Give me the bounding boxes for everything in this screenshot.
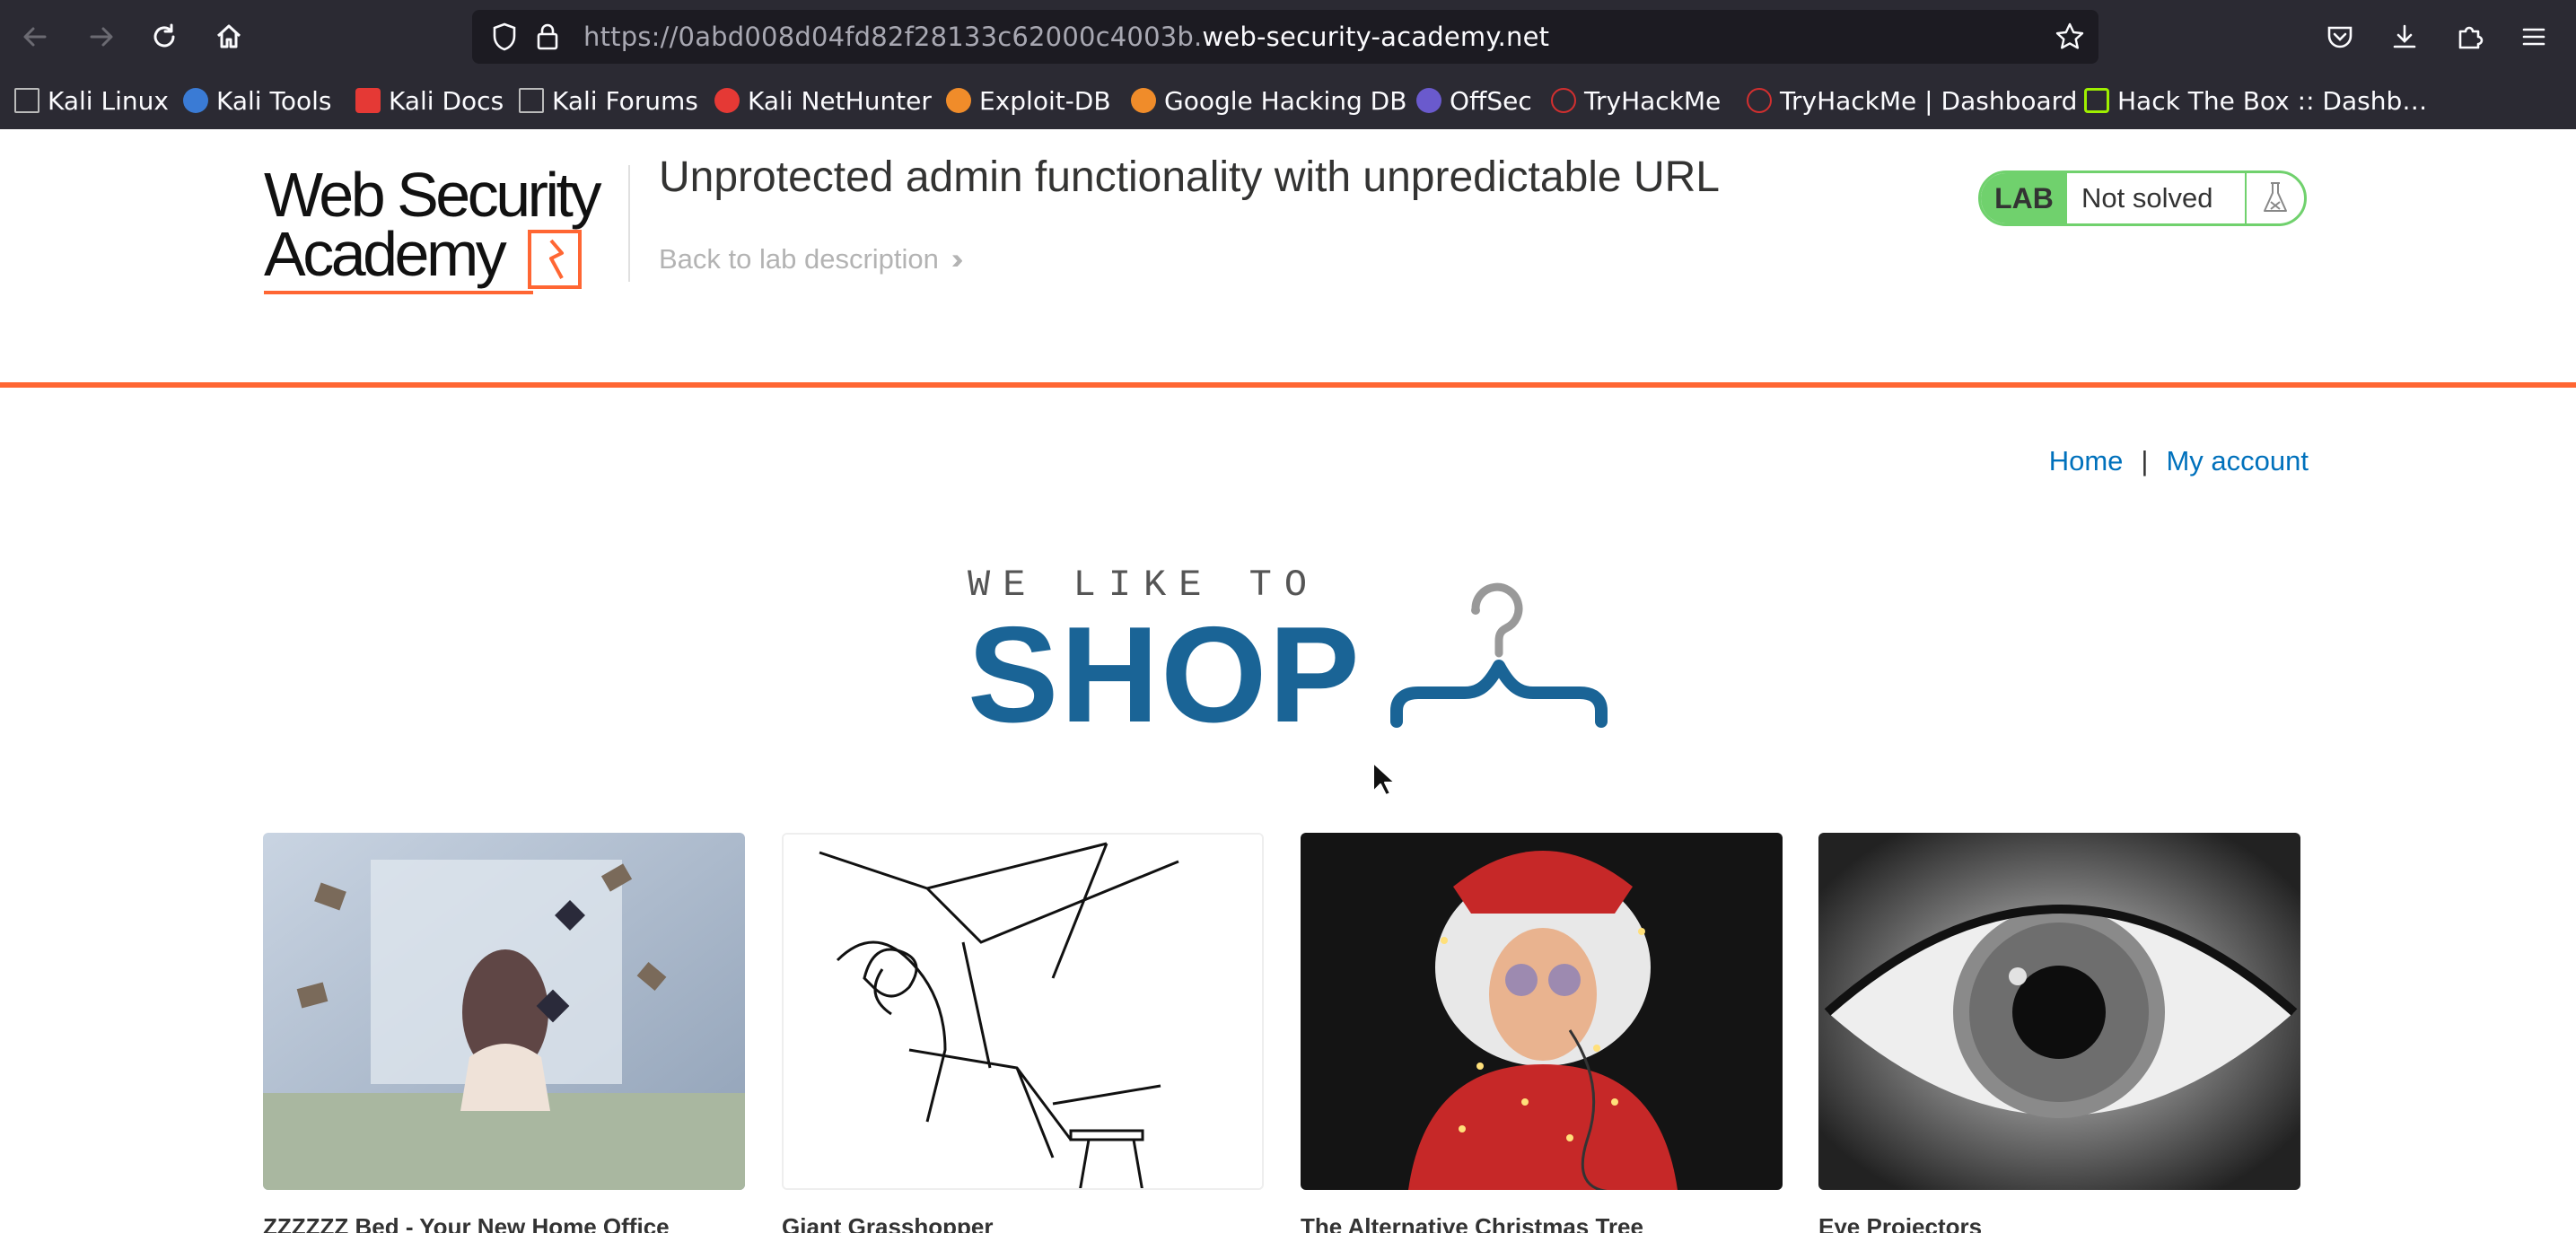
bookmark-label: Kali NetHunter — [748, 85, 932, 116]
extensions-button[interactable] — [2447, 14, 2492, 59]
bookmark-label: Kali Linux — [48, 85, 169, 116]
lab-title: Unprotected admin functionality with unp… — [659, 153, 1720, 201]
kali-forums-icon — [519, 88, 544, 113]
bookmark-hack-the-box[interactable]: Hack The Box :: Dashb… — [2084, 83, 2427, 118]
downloads-button[interactable] — [2382, 14, 2427, 59]
header-divider — [628, 165, 630, 282]
tryhackme-icon — [1551, 88, 1576, 113]
bookmark-label: Kali Tools — [216, 85, 332, 116]
url-domain: web-security-academy.net — [1202, 22, 1550, 52]
bookmark-kali-linux[interactable]: Kali Linux — [14, 83, 169, 118]
bookmark-tryhackme[interactable]: TryHackMe — [1551, 83, 1721, 118]
mouse-cursor-icon — [1372, 762, 1395, 796]
download-icon — [2393, 24, 2416, 48]
product-name[interactable]: The Alternative Christmas Tree — [1301, 1213, 1643, 1233]
hackthebox-icon — [2084, 88, 2109, 113]
product-image-bed[interactable] — [263, 833, 745, 1190]
product-name[interactable]: Giant Grasshopper — [782, 1213, 994, 1233]
nav-separator: | — [2141, 445, 2149, 477]
bookmark-offsec[interactable]: OffSec — [1416, 83, 1532, 118]
home-icon — [216, 24, 241, 48]
pocket-button[interactable] — [2318, 14, 2362, 59]
url-prefix: https://0abd008d04fd82f28133c62000c4003b… — [583, 22, 1203, 52]
bookmark-label: Kali Docs — [389, 85, 504, 116]
kali-tools-icon — [183, 88, 208, 113]
product-grid: ZZZZZZ Bed - Your New Home Office Giant … — [263, 833, 2300, 1233]
flask-icon — [2247, 173, 2304, 223]
menu-button[interactable] — [2511, 14, 2556, 59]
clothes-hanger-icon — [1390, 582, 1608, 728]
product-name[interactable]: Eye Projectors — [1818, 1213, 1982, 1233]
address-bar[interactable]: https://0abd008d04fd82f28133c62000c4003b… — [472, 10, 2098, 64]
bookmark-kali-docs[interactable]: Kali Docs — [355, 83, 504, 118]
url-text[interactable]: https://0abd008d04fd82f28133c62000c4003b… — [583, 22, 1549, 52]
logo-lightning-icon — [528, 230, 582, 289]
bookmark-label: TryHackMe — [1584, 85, 1722, 116]
product-image-grasshopper[interactable] — [782, 833, 1264, 1190]
offsec-icon — [1416, 88, 1441, 113]
page-content: Web Security Academy Unprotected admin f… — [0, 129, 2576, 1233]
bookmark-kali-nethunter[interactable]: Kali NetHunter — [714, 83, 932, 118]
bookmark-google-hacking-db[interactable]: Google Hacking DB — [1131, 83, 1406, 118]
bookmark-tryhackme-dashboard[interactable]: TryHackMe | Dashboard — [1747, 83, 2077, 118]
bookmark-label: Hack The Box :: Dashb… — [2117, 85, 2428, 116]
kali-docs-icon — [355, 88, 381, 113]
bookmark-label: Exploit-DB — [979, 85, 1111, 116]
lab-status-text: Not solved — [2067, 173, 2247, 223]
hamburger-icon — [2522, 28, 2545, 46]
back-button[interactable] — [13, 14, 57, 59]
bookmark-label: Google Hacking DB — [1164, 85, 1407, 116]
home-button[interactable] — [206, 14, 251, 59]
reload-icon — [153, 23, 175, 48]
back-link-label: Back to lab description — [659, 242, 939, 275]
product-image-christmas-tree[interactable] — [1301, 833, 1783, 1190]
banner-title: SHOP — [968, 599, 1362, 751]
bookmark-star-icon[interactable] — [2054, 21, 2086, 53]
product-card[interactable]: The Alternative Christmas Tree — [1301, 833, 1783, 1233]
browser-toolbar: https://0abd008d04fd82f28133c62000c4003b… — [0, 0, 2576, 74]
nethunter-icon — [714, 88, 740, 113]
web-security-academy-logo[interactable]: Web Security Academy — [264, 160, 626, 300]
product-card[interactable]: Giant Grasshopper — [782, 833, 1264, 1233]
shop-banner: WE LIKE TO SHOP — [968, 564, 1614, 743]
logo-text-line1: Web Security — [264, 160, 601, 230]
product-image-eye[interactable] — [1818, 833, 2300, 1190]
tryhackme-icon — [1747, 88, 1772, 113]
logo-underline — [264, 291, 533, 294]
academy-header: Web Security Academy Unprotected admin f… — [0, 129, 2576, 388]
arrow-right-icon — [90, 27, 113, 47]
ghdb-icon — [1131, 88, 1156, 113]
puzzle-icon — [2458, 26, 2484, 49]
product-card[interactable]: Eye Projectors — [1818, 833, 2300, 1233]
lock-icon[interactable] — [531, 21, 564, 53]
back-to-lab-description-link[interactable]: Back to lab description ›› — [659, 242, 964, 275]
lab-badge: LAB — [1981, 173, 2067, 223]
double-chevron-right-icon: ›› — [951, 242, 964, 275]
pocket-icon — [2327, 26, 2353, 48]
kali-dragon-icon — [14, 88, 39, 113]
product-card[interactable]: ZZZZZZ Bed - Your New Home Office — [263, 833, 745, 1233]
top-navigation: Home | My account — [2049, 445, 2309, 477]
product-name[interactable]: ZZZZZZ Bed - Your New Home Office — [263, 1213, 670, 1233]
shield-icon[interactable] — [488, 21, 521, 53]
bookmark-label: Kali Forums — [552, 85, 698, 116]
bookmark-kali-tools[interactable]: Kali Tools — [183, 83, 331, 118]
lab-status-widget: LAB Not solved — [1978, 171, 2307, 226]
forward-button[interactable] — [79, 14, 124, 59]
bookmark-kali-forums[interactable]: Kali Forums — [519, 83, 698, 118]
bookmark-label: TryHackMe | Dashboard — [1780, 85, 2078, 116]
bookmark-label: OffSec — [1450, 85, 1532, 116]
bookmark-exploit-db[interactable]: Exploit-DB — [946, 83, 1111, 118]
reload-button[interactable] — [142, 14, 187, 59]
arrow-left-icon — [23, 27, 47, 47]
exploit-db-icon — [946, 88, 971, 113]
nav-home-link[interactable]: Home — [2049, 445, 2124, 477]
bookmarks-bar: Kali Linux Kali Tools Kali Docs Kali For… — [0, 74, 2576, 129]
nav-my-account-link[interactable]: My account — [2166, 445, 2309, 477]
